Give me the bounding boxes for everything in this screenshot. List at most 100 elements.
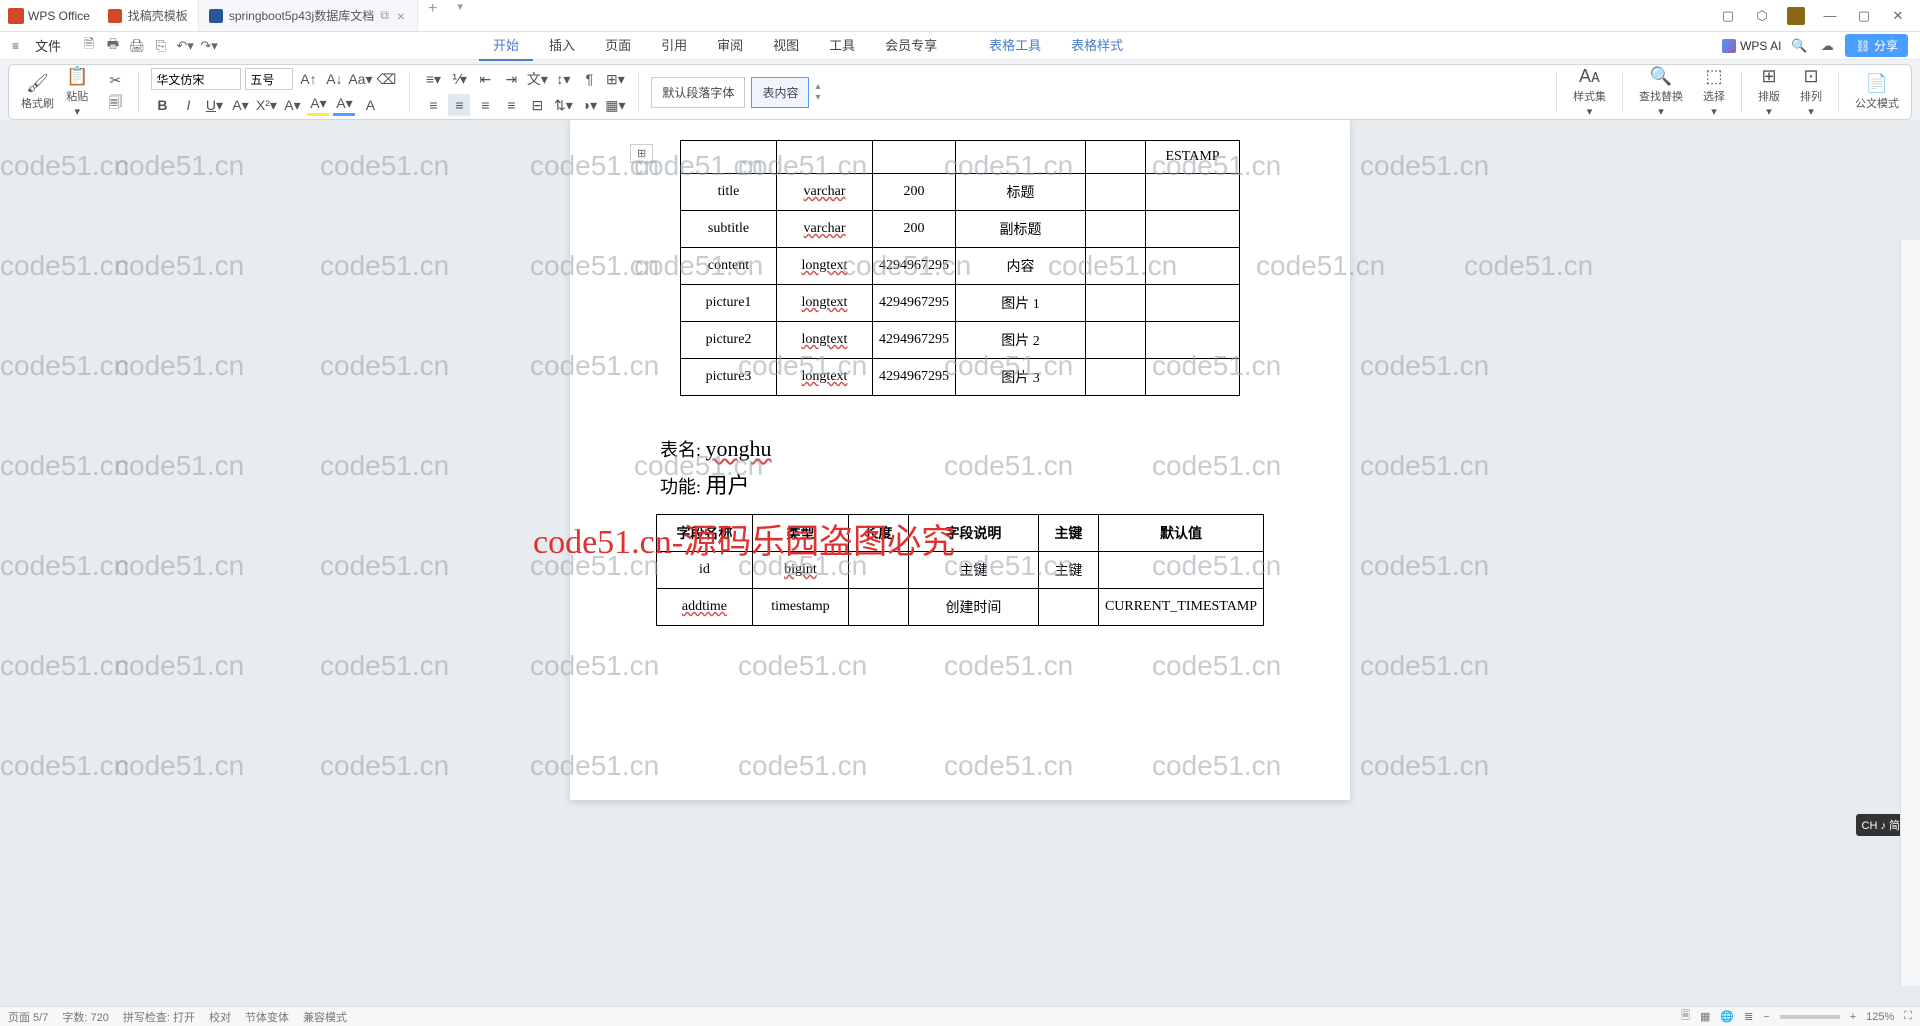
fullscreen-icon[interactable]: ⛶ [1904, 1010, 1912, 1023]
tab-menu-button[interactable]: ▾ [447, 0, 473, 31]
tab-view[interactable]: 视图 [759, 30, 813, 61]
align-left-icon[interactable]: ≡ [422, 94, 444, 116]
clone-icon[interactable]: ⧉ [380, 8, 389, 23]
tab-table-style[interactable]: 表格样式 [1057, 30, 1137, 61]
close-icon[interactable]: × [395, 8, 407, 24]
select-button[interactable]: ⬚选择▾ [1699, 64, 1729, 120]
arrange-button[interactable]: ⊡排列▾ [1796, 64, 1826, 120]
new-tab-button[interactable]: + [418, 0, 447, 31]
indent-icon[interactable]: ⇥ [500, 68, 522, 90]
style-default[interactable]: 默认段落字体 [651, 77, 745, 108]
font-color-icon[interactable]: A▾ [281, 94, 303, 116]
share-button[interactable]: ⛓ 分享 [1845, 34, 1908, 57]
user-icon[interactable] [1780, 2, 1812, 30]
shrink-font-icon[interactable]: A↓ [323, 68, 345, 90]
zoom-slider[interactable] [1780, 1015, 1840, 1019]
view-web-icon[interactable]: 🌐 [1720, 1010, 1734, 1023]
status-body[interactable]: 节体变体 [245, 1009, 289, 1025]
align-justify-icon[interactable]: ≡ [500, 94, 522, 116]
highlight-icon[interactable]: A▾ [307, 94, 329, 116]
view-print-icon[interactable]: ▦ [1700, 1010, 1710, 1023]
align-center-icon[interactable]: ≡ [448, 94, 470, 116]
view-outline-icon[interactable]: ≣ [1744, 1010, 1753, 1023]
status-page[interactable]: 页面 5/7 [8, 1009, 48, 1025]
close-button[interactable]: ✕ [1882, 2, 1914, 30]
maximize-button[interactable]: ▢ [1848, 2, 1880, 30]
grow-font-icon[interactable]: A↑ [297, 68, 319, 90]
box2-icon[interactable]: ⬡ [1746, 2, 1778, 30]
zoom-in-icon[interactable]: + [1850, 1011, 1856, 1023]
print-preview-icon[interactable]: 🖶 [103, 36, 123, 56]
tab-member[interactable]: 会员专享 [871, 30, 951, 61]
format-painter-button[interactable]: 🖌格式刷 [17, 71, 58, 113]
right-panel-strip[interactable] [1900, 240, 1920, 986]
font-name-select[interactable] [151, 68, 241, 90]
export-icon[interactable]: ⎘ [151, 36, 171, 56]
zoom-out-icon[interactable]: − [1763, 1011, 1769, 1023]
outline-toggle[interactable]: ⊞ [630, 144, 653, 163]
cloud-icon[interactable]: ☁ [1817, 36, 1837, 56]
italic-icon[interactable]: I [177, 94, 199, 116]
status-spell[interactable]: 拼写检查: 打开 [123, 1009, 195, 1025]
find-replace-button[interactable]: 🔍查找替换▾ [1635, 64, 1687, 120]
pilcrow-icon[interactable]: ¶ [578, 68, 600, 90]
db-table-2[interactable]: 字段名称 类型 长度 字段说明 主键 默认值 idbigint主键主键 addt… [656, 514, 1264, 626]
tab-document[interactable]: springboot5p43j数据库文档 ⧉ × [199, 0, 418, 31]
text-dir-icon[interactable]: 文▾ [526, 68, 548, 90]
wps-ai-button[interactable]: WPS AI [1722, 39, 1781, 53]
styles-button[interactable]: Aᴀ样式集▾ [1569, 64, 1610, 120]
tab-reference[interactable]: 引用 [647, 30, 701, 61]
clear-format-icon[interactable]: ⌫ [375, 68, 397, 90]
tab-template[interactable]: 找稿壳模板 [98, 0, 199, 31]
undo-icon[interactable]: ↶▾ [175, 36, 195, 56]
superscript-icon[interactable]: X²▾ [255, 94, 277, 116]
style-scroll-down[interactable]: ▾ [815, 92, 820, 103]
ruler-icon[interactable]: ⊞▾ [604, 68, 626, 90]
tab-tools[interactable]: 工具 [815, 30, 869, 61]
paste-button[interactable]: 📋粘贴▾ [62, 64, 92, 120]
zoom-value[interactable]: 125% [1866, 1011, 1894, 1023]
minimize-button[interactable]: — [1814, 2, 1846, 30]
word-icon [209, 9, 223, 23]
bullets-icon[interactable]: ≡▾ [422, 68, 444, 90]
save-icon[interactable]: 🗎 [79, 36, 99, 56]
search-icon[interactable]: 🔍 [1789, 36, 1809, 56]
outdent-icon[interactable]: ⇤ [474, 68, 496, 90]
align-right-icon[interactable]: ≡ [474, 94, 496, 116]
status-proof[interactable]: 校对 [209, 1009, 231, 1025]
tab-home[interactable]: 开始 [479, 30, 533, 61]
view-read-icon[interactable]: 🗏 [1681, 1007, 1690, 1026]
para-shading-icon[interactable]: ◑▾ [578, 94, 600, 116]
box1-icon[interactable]: ▢ [1712, 2, 1744, 30]
numbering-icon[interactable]: ⅟▾ [448, 68, 470, 90]
strike-icon[interactable]: A▾ [229, 94, 251, 116]
tab-insert[interactable]: 插入 [535, 30, 589, 61]
style-scroll-up[interactable]: ▴ [815, 81, 820, 92]
cut-icon[interactable]: ✂ [104, 69, 126, 91]
font-size-select[interactable] [245, 68, 293, 90]
copy-icon[interactable]: 🗐 [104, 93, 126, 115]
tab-table-tools[interactable]: 表格工具 [975, 30, 1055, 61]
gov-mode-button[interactable]: 📄公文模式 [1851, 71, 1903, 113]
tab-page[interactable]: 页面 [591, 30, 645, 61]
layout-button[interactable]: ⊞排版▾ [1754, 64, 1784, 120]
status-words[interactable]: 字数: 720 [62, 1009, 108, 1025]
shading-icon[interactable]: A▾ [333, 94, 355, 116]
file-menu[interactable]: 文件 [27, 32, 69, 59]
tab-review[interactable]: 审阅 [703, 30, 757, 61]
char-border-icon[interactable]: A [359, 94, 381, 116]
hamburger-icon[interactable]: ≡ [6, 35, 25, 57]
status-mode[interactable]: 兼容模式 [303, 1009, 347, 1025]
distribute-icon[interactable]: ⊟ [526, 94, 548, 116]
db-table-1[interactable]: ESTAMP titlevarchar200标题 subtitlevarchar… [680, 140, 1240, 396]
redo-icon[interactable]: ↷▾ [199, 36, 219, 56]
style-table-content[interactable]: 表内容 [751, 77, 809, 108]
document-area[interactable]: code51.cn code51.cn code51.cn code51.cn … [0, 120, 1920, 1006]
line-spacing-icon[interactable]: ⇅▾ [552, 94, 574, 116]
bold-icon[interactable]: B [151, 94, 173, 116]
print-icon[interactable]: 🖨 [127, 36, 147, 56]
sort-icon[interactable]: ↕▾ [552, 68, 574, 90]
change-case-icon[interactable]: Aa▾ [349, 68, 371, 90]
underline-icon[interactable]: U▾ [203, 94, 225, 116]
borders-icon[interactable]: ▦▾ [604, 94, 626, 116]
